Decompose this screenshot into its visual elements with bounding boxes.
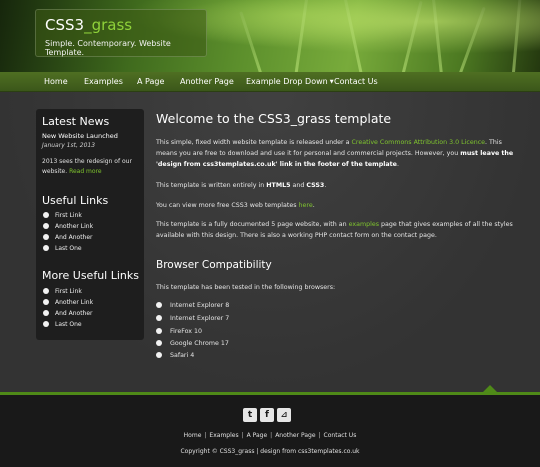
site-slogan: Simple. Contemporary. Website Template. — [45, 39, 171, 57]
news-item-title: New Website Launched — [42, 132, 118, 140]
footer-nav: Home | Examples | A Page | Another Page | Contac… — [183, 432, 357, 439]
bullet-icon — [156, 328, 162, 334]
browser-list-item: FireFox 10 — [156, 328, 202, 335]
main-nav: Home Examples A Page Another Page Exampl… — [0, 72, 540, 92]
dropdown-caret-icon: ▼ — [329, 79, 334, 85]
bullet-icon — [43, 321, 49, 327]
nav-item-example-drop-down[interactable]: Example Drop Down ▼ — [246, 77, 334, 86]
bullet-icon — [43, 288, 49, 294]
intro-paragraph: This simple, fixed width website templat… — [156, 139, 514, 168]
latest-news-heading: Latest News — [42, 115, 110, 128]
useful-link-item[interactable]: Another Link — [43, 223, 93, 230]
sidebar: Latest News New Website Launched January… — [36, 109, 144, 340]
footer-link-contact-us[interactable]: Contact Us — [324, 432, 357, 439]
footer-copyright: Copyright © CSS3_grass | design from css… — [180, 448, 360, 455]
nav-item-a-page[interactable]: A Page — [137, 77, 164, 86]
nav-item-contact-us[interactable]: Contact Us — [334, 77, 378, 86]
nav-item-examples[interactable]: Examples — [84, 77, 123, 86]
bullet-icon — [43, 234, 49, 240]
news-item-date: January 1st, 2013 — [42, 142, 96, 149]
twitter-icon[interactable]: t — [243, 408, 257, 422]
useful-links-heading: Useful Links — [42, 194, 109, 207]
footer-notch — [483, 385, 497, 392]
footer — [0, 395, 540, 467]
more-link-item[interactable]: Another Link — [43, 299, 93, 306]
more-useful-links-heading: More Useful Links — [42, 269, 139, 282]
browser-list-item: Google Chrome 17 — [156, 340, 229, 347]
site-title: CSS3_grass — [45, 16, 133, 34]
bullet-icon — [43, 299, 49, 305]
documented-paragraph: This template is a fully documented 5 pa… — [156, 221, 513, 239]
licence-link[interactable]: Creative Commons Attribution 3.0 Licence — [352, 139, 486, 146]
bullet-icon — [156, 340, 162, 346]
page-title: Welcome to the CSS3_grass template — [156, 111, 392, 126]
footer-link-examples[interactable]: Examples — [209, 432, 238, 439]
bullet-icon — [156, 302, 162, 308]
here-link[interactable]: here — [299, 202, 313, 209]
nav-item-home[interactable]: Home — [44, 77, 68, 86]
nav-item-another-page[interactable]: Another Page — [180, 77, 234, 86]
useful-link-item[interactable]: Last One — [43, 245, 82, 252]
read-more-link[interactable]: Read more — [69, 168, 102, 175]
footer-link-another-page[interactable]: Another Page — [275, 432, 315, 439]
news-item-text-cont: website. Read more — [42, 168, 102, 175]
bullet-icon — [43, 310, 49, 316]
logo[interactable]: CSS3_grass Simple. Contemporary. Website… — [35, 9, 207, 57]
facebook-icon[interactable]: f — [260, 408, 274, 422]
bullet-icon — [156, 315, 162, 321]
rss-icon[interactable]: ⊿ — [277, 408, 291, 422]
more-link-item[interactable]: First Link — [43, 288, 82, 295]
more-link-item[interactable]: Last One — [43, 321, 82, 328]
header-banner: CSS3_grass Simple. Contemporary. Website… — [0, 0, 540, 72]
examples-link[interactable]: examples — [349, 221, 379, 228]
browser-list-item: Internet Explorer 8 — [156, 302, 229, 309]
footer-link-home[interactable]: Home — [184, 432, 202, 439]
more-link-item[interactable]: And Another — [43, 310, 93, 317]
browsers-intro: This template has been tested in the fol… — [156, 284, 336, 291]
bullet-icon — [43, 223, 49, 229]
bullet-icon — [156, 352, 162, 358]
useful-link-item[interactable]: And Another — [43, 234, 93, 241]
templates-paragraph: You can view more free CSS3 web template… — [156, 202, 315, 209]
browser-compat-heading: Browser Compatibility — [156, 259, 272, 271]
useful-link-item[interactable]: First Link — [43, 212, 82, 219]
html5-paragraph: This template is written entirely in HTM… — [156, 182, 327, 189]
bullet-icon — [43, 245, 49, 251]
browser-list-item: Internet Explorer 7 — [156, 315, 229, 322]
browser-list-item: Safari 4 — [156, 352, 194, 359]
bullet-icon — [43, 212, 49, 218]
footer-link-a-page[interactable]: A Page — [247, 432, 268, 439]
news-item-text: 2013 sees the redesign of our — [42, 158, 132, 165]
